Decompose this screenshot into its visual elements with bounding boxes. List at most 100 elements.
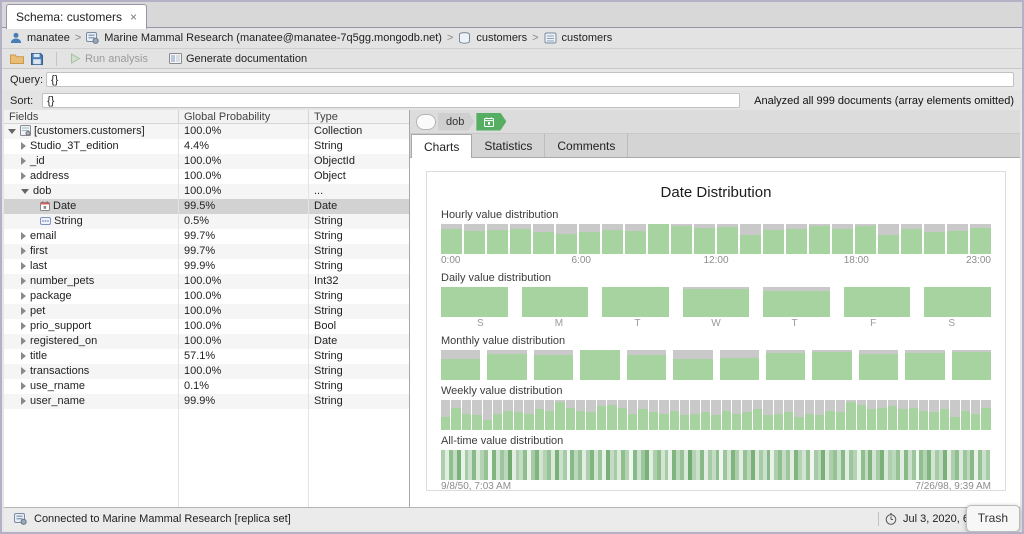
collapsed-triangle-icon[interactable] <box>21 337 26 346</box>
tab-schema-customers[interactable]: Schema: customers × <box>6 4 148 29</box>
open-folder-icon[interactable] <box>10 53 24 65</box>
bar <box>441 350 481 380</box>
expanded-triangle-icon[interactable] <box>8 128 16 134</box>
bar <box>565 400 576 430</box>
collapsed-triangle-icon[interactable] <box>21 262 26 271</box>
day-label: T <box>791 318 798 329</box>
probability-cell: 100.0% <box>179 169 309 184</box>
bar <box>794 400 804 430</box>
table-row[interactable]: first 99.7% String <box>4 244 409 259</box>
bar <box>464 224 485 254</box>
table-row[interactable]: email 99.7% String <box>4 229 409 244</box>
collection-icon <box>544 32 557 44</box>
tab-charts[interactable]: Charts <box>411 134 473 158</box>
collapsed-triangle-icon[interactable] <box>21 307 26 316</box>
collapsed-triangle-icon[interactable] <box>21 157 26 166</box>
generate-documentation-button[interactable]: Generate documentation <box>168 53 307 65</box>
chip-dob[interactable]: dob <box>438 113 474 131</box>
collapsed-triangle-icon[interactable] <box>21 142 26 151</box>
table-row[interactable]: _id 100.0% ObjectId <box>4 154 409 169</box>
column-header-type[interactable]: Type <box>309 110 409 123</box>
play-icon <box>70 53 81 64</box>
bar <box>898 400 908 430</box>
column-header-fields[interactable]: Fields <box>4 110 179 123</box>
field-name-cell: Date <box>4 199 179 214</box>
probability-cell: 100.0% <box>179 274 309 289</box>
expanded-triangle-icon[interactable] <box>21 188 29 194</box>
bar <box>981 400 991 430</box>
table-row[interactable]: last 99.9% String <box>4 259 409 274</box>
bar <box>596 400 607 430</box>
type-cell: String <box>314 350 343 362</box>
table-row[interactable]: user_name 99.9% String <box>4 394 409 409</box>
breadcrumb-collection[interactable]: customers <box>562 32 613 44</box>
collapsed-triangle-icon[interactable] <box>21 232 26 241</box>
table-row[interactable]: registered_on 100.0% Date <box>4 334 409 349</box>
fields-table-filler <box>4 409 409 507</box>
collapsed-triangle-icon[interactable] <box>21 292 26 301</box>
close-icon[interactable]: × <box>130 10 137 24</box>
bar <box>765 350 806 380</box>
collapsed-triangle-icon[interactable] <box>21 397 26 406</box>
breadcrumb-connection[interactable]: Marine Mammal Research (manatee@manatee-… <box>104 32 442 44</box>
charts-content: Date Distribution Hourly value distribut… <box>410 158 1020 507</box>
table-row[interactable]: String 0.5% String <box>4 214 409 229</box>
breadcrumb-database[interactable]: customers <box>476 32 527 44</box>
table-row[interactable]: Studio_3T_edition 4.4% String <box>4 139 409 154</box>
collapsed-triangle-icon[interactable] <box>21 382 26 391</box>
table-row[interactable]: [customers.customers] 100.0% Collection <box>4 124 409 139</box>
collapsed-triangle-icon[interactable] <box>21 172 26 181</box>
bar <box>441 400 451 430</box>
field-name-cell: number_pets <box>4 274 179 289</box>
bar <box>717 224 738 254</box>
collapsed-triangle-icon[interactable] <box>21 322 26 331</box>
alltime-start-label: 9/8/50, 7:03 AM <box>441 481 512 492</box>
day-label: W <box>711 318 721 329</box>
table-row[interactable]: package 100.0% String <box>4 289 409 304</box>
type-cell: String <box>314 380 343 392</box>
chip-date-type[interactable] <box>476 113 506 131</box>
probability-cell: 100.0% <box>179 304 309 319</box>
status-bar: Connected to Marine Mammal Research [rep… <box>4 507 1020 530</box>
collapsed-triangle-icon[interactable] <box>21 247 26 256</box>
analyzed-note: Analyzed all 999 documents (array elemen… <box>754 94 1014 107</box>
field-name-cell: pet <box>4 304 179 319</box>
tab-statistics[interactable]: Statistics <box>472 134 546 157</box>
user-icon <box>10 32 22 44</box>
table-row[interactable]: prio_support 100.0% Bool <box>4 319 409 334</box>
collapsed-triangle-icon[interactable] <box>21 367 26 376</box>
table-row[interactable]: address 100.0% Object <box>4 169 409 184</box>
bar <box>648 400 659 430</box>
calendar-icon <box>484 117 494 127</box>
bar <box>970 400 981 430</box>
field-name-cell: registered_on <box>4 334 179 349</box>
table-row[interactable]: pet 100.0% String <box>4 304 409 319</box>
table-row[interactable]: use_rname 0.1% String <box>4 379 409 394</box>
trash-overlay[interactable]: Trash <box>965 505 1020 532</box>
probability-cell: 99.5% <box>179 199 309 214</box>
table-row[interactable]: transactions 100.0% String <box>4 364 409 379</box>
probability-cell: 100.0% <box>179 334 309 349</box>
run-analysis-button[interactable]: Run analysis <box>70 53 148 65</box>
sort-input[interactable] <box>42 93 741 108</box>
root-chip[interactable] <box>416 113 436 130</box>
table-row[interactable]: number_pets 100.0% Int32 <box>4 274 409 289</box>
breadcrumb-user[interactable]: manatee <box>27 32 70 44</box>
table-row[interactable]: Date 99.5% Date <box>4 199 409 214</box>
save-icon[interactable] <box>31 52 43 65</box>
column-header-global-probability[interactable]: Global Probability <box>179 110 309 123</box>
table-row[interactable]: dob 100.0%... <box>4 184 409 199</box>
table-row[interactable]: title 57.1% String <box>4 349 409 364</box>
bar <box>763 400 773 430</box>
detail-panel: dob Charts Statistics Comments Date Distri… <box>410 110 1020 507</box>
query-input[interactable] <box>46 72 1014 87</box>
bar <box>625 224 646 254</box>
axis-tick-label: 0:00 <box>441 255 461 266</box>
tab-comments[interactable]: Comments <box>545 134 629 157</box>
probability-cell: 100.0% <box>179 154 309 169</box>
bar <box>812 350 852 380</box>
type-cell: String <box>314 230 343 242</box>
bar <box>492 400 503 430</box>
collapsed-triangle-icon[interactable] <box>21 352 26 361</box>
collapsed-triangle-icon[interactable] <box>21 277 26 286</box>
